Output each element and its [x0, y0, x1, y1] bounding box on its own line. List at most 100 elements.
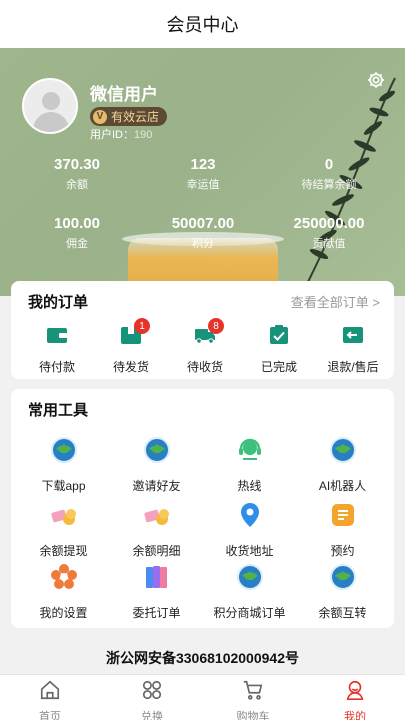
- user-id-label: 用户ID：: [90, 129, 134, 141]
- stat-pending-balance[interactable]: 0 待结算余额: [274, 156, 384, 192]
- user-id: 用户ID：190: [90, 126, 152, 142]
- tab-label: 我的: [344, 711, 366, 720]
- location-pin-icon: [240, 503, 259, 527]
- stat-label: 待结算余额: [301, 179, 357, 191]
- booking-icon: [331, 504, 354, 526]
- avatar-head: [42, 92, 60, 110]
- stat-contribution[interactable]: 250000.00 贡献值: [274, 215, 384, 251]
- tool-label: 余额明细: [132, 544, 181, 558]
- tool-withdraw[interactable]: 余额提现: [16, 502, 111, 559]
- tool-balance-transfer[interactable]: 余额互转: [295, 564, 390, 621]
- tool-label: AI机器人: [318, 479, 367, 493]
- user-id-value: 190: [134, 129, 153, 141]
- tab-label: 购物车: [236, 711, 270, 720]
- order-completed[interactable]: 已完成: [242, 325, 316, 375]
- tab-mine[interactable]: 我的: [325, 679, 385, 720]
- store-badge-label: 有效云店: [111, 110, 160, 124]
- member-header: 微信用户 V 有效云店 用户ID：190 370.30 余额 123 幸运值 0…: [0, 48, 405, 296]
- order-pending-receipt[interactable]: 8 待收货: [168, 318, 242, 375]
- view-all-orders-link[interactable]: 查看全部订单 >: [291, 292, 380, 311]
- stat-label: 积分: [192, 238, 214, 250]
- tool-label: 热线: [237, 479, 262, 493]
- stat-label: 幸运值: [186, 179, 220, 191]
- tool-points-mall-order[interactable]: 积分商城订单: [202, 564, 297, 621]
- tool-booking[interactable]: 预约: [295, 502, 390, 559]
- order-label: 待发货: [112, 360, 149, 374]
- tool-label: 余额提现: [39, 544, 88, 558]
- stat-value: 100.00: [54, 215, 100, 232]
- order-label: 待收货: [186, 360, 223, 374]
- balance-transfer-icon: [329, 564, 356, 590]
- page-title: 会员中心: [166, 15, 239, 35]
- tool-label: 收货地址: [225, 544, 274, 558]
- tool-label: 下载app: [41, 479, 86, 493]
- stat-luck[interactable]: 123 幸运值: [148, 156, 258, 192]
- hotline-icon: [238, 438, 261, 460]
- tool-consign-order[interactable]: 委托订单: [109, 564, 204, 621]
- gear-icon[interactable]: [366, 70, 386, 90]
- tool-ai-robot[interactable]: AI机器人: [295, 437, 390, 494]
- stat-value: 0: [324, 156, 334, 173]
- refund-icon: [343, 327, 363, 343]
- page-title-bar: 会员中心: [0, 0, 405, 48]
- tab-exchange[interactable]: 兑换: [122, 679, 182, 720]
- badge-count: 1: [134, 318, 150, 334]
- stat-value: 250000.00: [293, 215, 365, 232]
- download-app-icon: [50, 437, 77, 463]
- stat-label: 贡献值: [312, 238, 346, 250]
- stat-label: 佣金: [66, 238, 88, 250]
- icp-record-note[interactable]: 浙公网安备33068102000942号: [0, 648, 405, 668]
- tool-invite-friends[interactable]: 邀请好友: [109, 437, 204, 494]
- tool-label: 预约: [330, 544, 355, 558]
- badge-count: 8: [208, 318, 224, 334]
- invite-friends-icon: [143, 437, 170, 463]
- tool-balance-detail[interactable]: 余额明细: [109, 502, 204, 559]
- tab-label: 首页: [39, 711, 61, 720]
- order-label: 已完成: [260, 360, 297, 374]
- v-badge-icon: V: [93, 109, 107, 124]
- tool-label: 积分商城订单: [213, 606, 286, 620]
- settings-flower-icon: [50, 564, 77, 589]
- tool-download-app[interactable]: 下载app: [16, 437, 111, 494]
- orders-title: 我的订单: [28, 294, 89, 311]
- bottom-tab-bar: 首页 兑换 购物车 我的: [0, 674, 405, 720]
- order-label: 退款/售后: [327, 360, 379, 374]
- store-badge: V 有效云店: [90, 107, 168, 126]
- stat-balance[interactable]: 370.30 余额: [22, 156, 132, 192]
- tools-card: 常用工具 下载app 邀请好友 热线 AI机器人 余额提现 余额明细 收货地址 …: [11, 389, 394, 628]
- stat-points[interactable]: 50007.00 积分: [148, 215, 258, 251]
- order-refund[interactable]: 退款/售后: [316, 325, 390, 375]
- tool-label: 委托订单: [132, 606, 181, 620]
- withdraw-icon: [50, 509, 76, 525]
- username: 微信用户: [90, 85, 158, 104]
- cart-icon: [243, 680, 263, 700]
- order-label: 待付款: [38, 360, 75, 374]
- home-icon: [40, 680, 60, 700]
- tool-my-settings[interactable]: 我的设置: [16, 564, 111, 621]
- tools-title: 常用工具: [28, 402, 89, 419]
- tab-home[interactable]: 首页: [20, 679, 80, 720]
- order-pending-shipment[interactable]: 1 待发货: [94, 318, 168, 375]
- grid-icon: [142, 680, 162, 700]
- balance-detail-icon: [143, 509, 169, 525]
- tool-label: 余额互转: [318, 606, 367, 620]
- tool-shipping-address[interactable]: 收货地址: [202, 502, 297, 559]
- avatar[interactable]: [22, 78, 78, 134]
- wallet-icon: [47, 328, 67, 343]
- stat-label: 余额: [66, 179, 88, 191]
- stat-value: 50007.00: [171, 215, 235, 232]
- tab-cart[interactable]: 购物车: [223, 679, 283, 720]
- consign-order-icon: [145, 566, 167, 588]
- order-pending-payment[interactable]: 待付款: [20, 325, 94, 375]
- tab-label: 兑换: [141, 711, 163, 720]
- tool-label: 我的设置: [39, 606, 88, 620]
- stat-value: 370.30: [54, 156, 100, 173]
- tool-label: 邀请好友: [132, 479, 181, 493]
- avatar-body: [33, 112, 69, 132]
- points-mall-icon: [236, 564, 263, 590]
- orders-card: 我的订单 查看全部订单 > 待付款 1 待发货 8 待收货 已完成 退款/售后: [11, 281, 394, 379]
- clipboard-check-icon: [270, 325, 288, 344]
- stat-commission[interactable]: 100.00 佣金: [22, 215, 132, 251]
- tool-hotline[interactable]: 热线: [202, 437, 297, 494]
- stat-value: 123: [190, 156, 216, 173]
